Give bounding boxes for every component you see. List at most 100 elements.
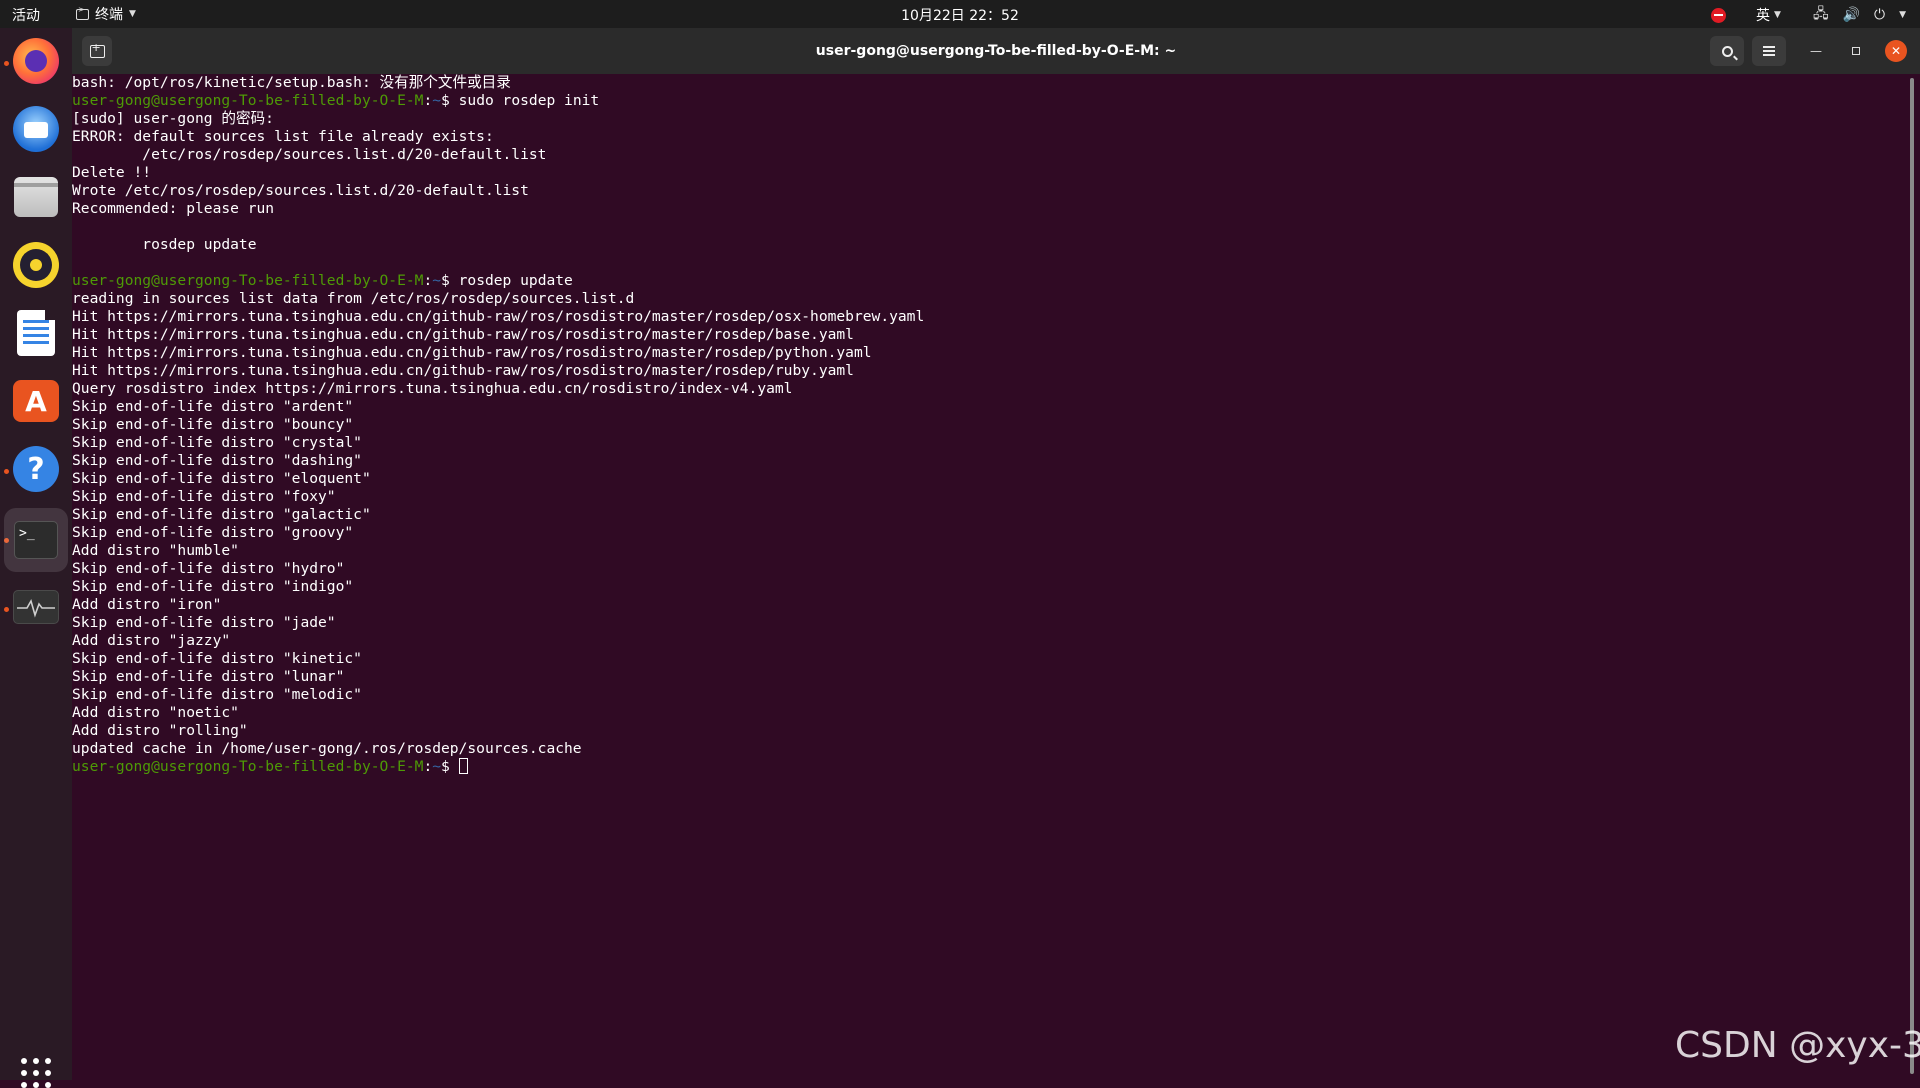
window-title-container: user-gong@usergong-To-be-filled-by-O-E-M… [72, 28, 1920, 74]
dock-files[interactable] [10, 171, 62, 223]
terminal-line: Skip end-of-life distro "crystal" [72, 434, 362, 451]
command-text: rosdep update [458, 272, 573, 289]
terminal-line: rosdep update [72, 236, 257, 253]
dock-terminal[interactable]: >_ [4, 508, 68, 572]
hamburger-menu-icon [1763, 46, 1775, 56]
prompt-separator: : [423, 92, 433, 109]
terminal-line: Delete !! [72, 164, 152, 181]
volume-icon[interactable]: 🔊 [1843, 7, 1860, 23]
terminal-text: bash: /opt/ros/kinetic/setup.bash: 没有那个文… [72, 74, 924, 776]
grid-dot [21, 1082, 27, 1088]
terminal-line: Skip end-of-life distro "dashing" [72, 452, 362, 469]
terminal-line: Hit https://mirrors.tuna.tsinghua.edu.cn… [72, 344, 872, 361]
input-method-label: 英 [1756, 8, 1771, 24]
dock-rhythmbox[interactable] [10, 239, 62, 291]
prompt-path: ~ [432, 92, 442, 109]
terminal-line: Hit https://mirrors.tuna.tsinghua.edu.cn… [72, 308, 925, 325]
firefox-icon [13, 38, 59, 84]
menu-button[interactable] [1752, 36, 1786, 66]
terminal-line: Skip end-of-life distro "kinetic" [72, 650, 362, 667]
app-menu-button[interactable]: 终端 ▼ [76, 4, 136, 24]
prompt-dollar: $ [441, 272, 459, 289]
dock-system-monitor[interactable] [10, 581, 62, 633]
terminal-app-icon [76, 5, 89, 20]
terminal-line: bash: /opt/ros/kinetic/setup.bash: 没有那个文… [72, 74, 511, 91]
dock-firefox[interactable] [10, 35, 62, 87]
grid-dot [45, 1058, 51, 1064]
terminal-line: Skip end-of-life distro "melodic" [72, 686, 362, 703]
dock-thunderbird[interactable] [10, 103, 62, 155]
clock[interactable]: 10月22日 22：52 [901, 8, 1019, 24]
chevron-down-icon[interactable]: ▼ [1899, 10, 1906, 20]
terminal-line: [sudo] user-gong 的密码: [72, 110, 274, 127]
terminal-output-area[interactable]: bash: /opt/ros/kinetic/setup.bash: 没有那个文… [72, 74, 1902, 1080]
prompt-user: user-gong@usergong-To-be-filled-by-O-E-M [72, 758, 424, 775]
dock-software[interactable]: A [10, 375, 62, 427]
close-icon: ✕ [1890, 44, 1902, 58]
terminal-line: Add distro "rolling" [72, 722, 248, 739]
terminal-line: Skip end-of-life distro "eloquent" [72, 470, 371, 487]
search-icon [1721, 45, 1733, 57]
terminal-line: user-gong@usergong-To-be-filled-by-O-E-M… [72, 92, 924, 110]
terminal-line: Skip end-of-life distro "ardent" [72, 398, 354, 415]
terminal-line: Recommended: please run [72, 200, 275, 217]
terminal-line: Skip end-of-life distro "foxy" [72, 488, 336, 505]
maximize-button[interactable] [1845, 40, 1867, 62]
scrollbar[interactable] [1910, 78, 1914, 1074]
title-bar[interactable]: user-gong@usergong-To-be-filled-by-O-E-M… [72, 28, 1920, 74]
window-title: user-gong@usergong-To-be-filled-by-O-E-M… [815, 43, 1177, 59]
running-indicator [4, 61, 9, 66]
software-store-icon: A [13, 380, 59, 422]
chevron-down-icon: ▼ [1774, 10, 1781, 20]
input-method-button[interactable]: 英 ▼ [1756, 5, 1781, 25]
pulse-line-icon [17, 598, 55, 618]
writer-icon [17, 310, 55, 356]
terminal-line: Skip end-of-life distro "groovy" [72, 524, 354, 541]
prompt-separator: : [423, 758, 433, 775]
terminal-line: ERROR: default sources list file already… [72, 128, 494, 145]
power-icon[interactable]: ⏻ [1874, 7, 1885, 23]
terminal-line: Skip end-of-life distro "hydro" [72, 560, 345, 577]
dock-writer[interactable] [10, 307, 62, 359]
dock-help[interactable]: ? [10, 443, 62, 495]
terminal-line: Skip end-of-life distro "indigo" [72, 578, 354, 595]
terminal-line: Wrote /etc/ros/rosdep/sources.list.d/20-… [72, 182, 529, 199]
app-menu-label: 终端 [95, 7, 123, 23]
activities-button[interactable]: 活动 [12, 5, 40, 25]
grid-dot [33, 1058, 39, 1064]
terminal-line: Add distro "iron" [72, 596, 222, 613]
terminal-line: Add distro "jazzy" [72, 632, 231, 649]
new-tab-icon [89, 41, 105, 58]
search-button[interactable] [1710, 36, 1744, 66]
thunderbird-icon [13, 106, 59, 152]
prompt-separator: : [423, 272, 433, 289]
system-monitor-icon [13, 590, 59, 624]
new-tab-button[interactable] [82, 36, 112, 66]
show-apps-button[interactable] [21, 1058, 51, 1088]
terminal-line: user-gong@usergong-To-be-filled-by-O-E-M… [72, 758, 924, 776]
dock: A ? >_ [0, 28, 72, 1088]
prompt-dollar: $ [441, 92, 459, 109]
minimize-icon: — [1810, 44, 1822, 58]
terminal-line: Skip end-of-life distro "galactic" [72, 506, 371, 523]
network-icon[interactable]: 🖧 [1813, 3, 1829, 27]
running-indicator [4, 607, 9, 612]
grid-dot [33, 1082, 39, 1088]
terminal-line: Hit https://mirrors.tuna.tsinghua.edu.cn… [72, 362, 854, 379]
system-tray: 英 ▼ 🖧 🔊 ⏻ ▼ [1711, 3, 1906, 27]
do-not-disturb-icon[interactable] [1711, 7, 1727, 23]
top-bar: 活动 终端 ▼ 10月22日 22：52 英 ▼ 🖧 🔊 ⏻ ▼ [0, 0, 1920, 28]
grid-dot [21, 1058, 27, 1064]
terminal-line: Add distro "noetic" [72, 704, 239, 721]
terminal-line: reading in sources list data from /etc/r… [72, 290, 635, 307]
close-button[interactable]: ✕ [1885, 40, 1907, 62]
terminal-line: updated cache in /home/user-gong/.ros/ro… [72, 740, 582, 757]
minimize-button[interactable]: — [1805, 40, 1827, 62]
command-text: sudo rosdep init [458, 92, 600, 109]
help-icon: ? [13, 446, 59, 492]
grid-dot [21, 1070, 27, 1076]
grid-dot [33, 1070, 39, 1076]
terminal-icon: >_ [14, 521, 58, 559]
terminal-line: /etc/ros/rosdep/sources.list.d/20-defaul… [72, 146, 547, 163]
